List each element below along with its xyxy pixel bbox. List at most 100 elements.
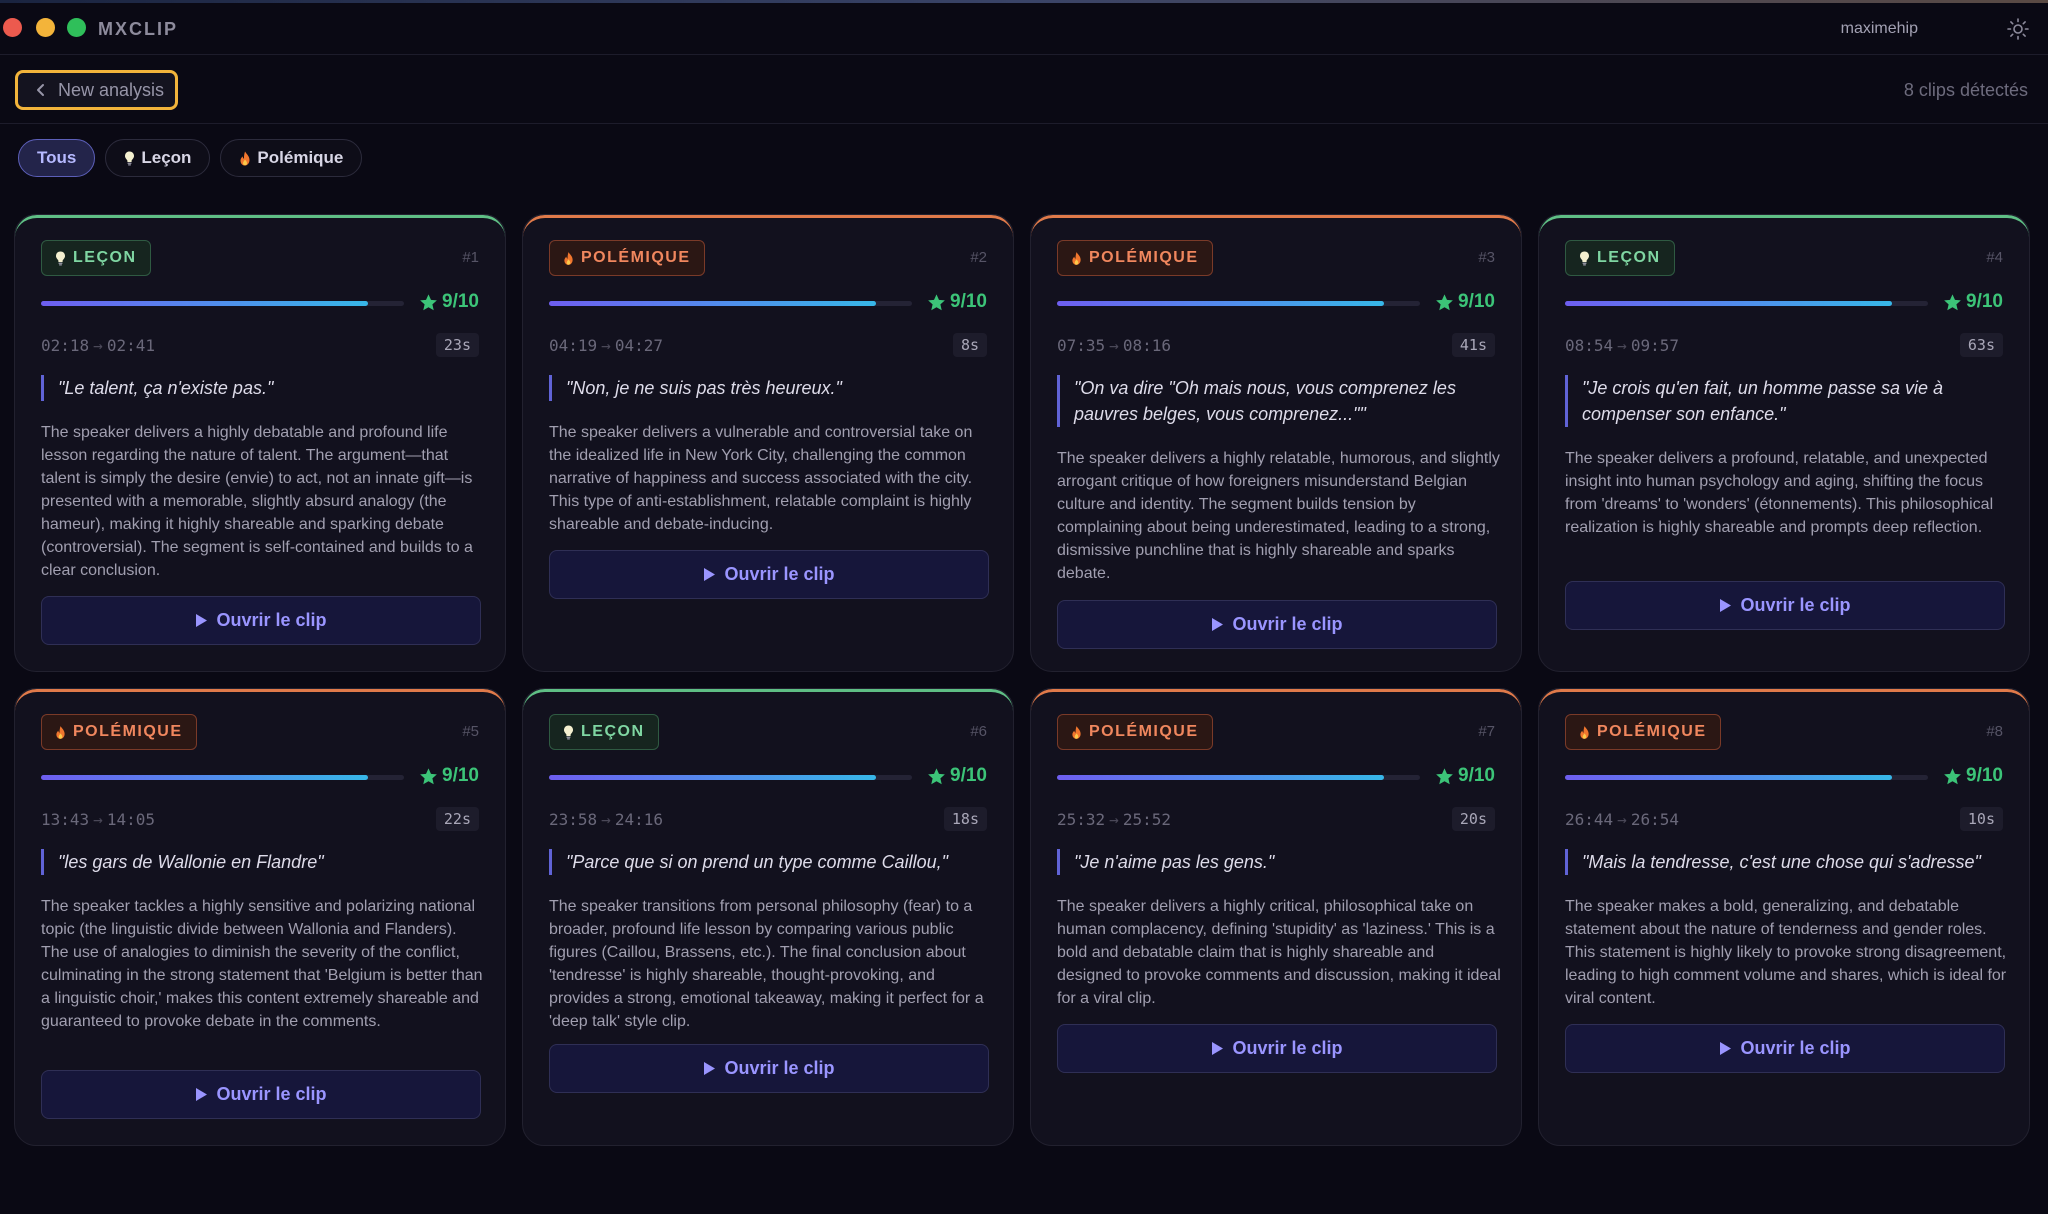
toolbar: New analysis 8 clips détectés	[0, 56, 2048, 124]
score-value: 9/10	[1458, 765, 1495, 786]
filter-bar: Tous Leçon Polémique	[18, 139, 363, 177]
timecode: 08:54 → 09:57	[1565, 336, 1679, 355]
clip-summary: The speaker tackles a highly sensitive a…	[41, 898, 483, 1030]
open-clip-label: Ouvrir le clip	[1740, 595, 1851, 615]
timecode: 25:32 → 25:52	[1057, 810, 1171, 829]
new-analysis-button[interactable]: New analysis	[15, 70, 178, 110]
clip-summary: The speaker makes a bold, generalizing, …	[1565, 898, 2007, 1007]
clip-quote: "Je crois qu'en fait, un homme passe sa …	[1565, 375, 2005, 427]
score: 9/10	[419, 765, 479, 787]
clip-number: #3	[1478, 249, 1495, 266]
start-time: 26:44	[1565, 810, 1614, 829]
category-label: POLÉMIQUE	[73, 723, 183, 740]
flame-icon	[1072, 725, 1081, 739]
open-clip-label: Ouvrir le clip	[1740, 1038, 1851, 1058]
category-label: POLÉMIQUE	[1089, 723, 1199, 740]
score: 9/10	[419, 291, 479, 313]
filter-label: Leçon	[141, 148, 192, 167]
clip-number: #4	[1986, 249, 2003, 266]
clip-quote: "Non, je ne suis pas très heureux."	[549, 375, 989, 401]
score-bar-fill	[1057, 775, 1384, 780]
minimize-window-button[interactable]	[36, 18, 55, 37]
clip-summary: The speaker delivers a highly relatable,…	[1057, 450, 1500, 582]
open-clip-button[interactable]: Ouvrir le clip	[41, 596, 481, 645]
card-accent-border	[523, 689, 1013, 711]
open-clip-label: Ouvrir le clip	[724, 1058, 835, 1078]
category-label: POLÉMIQUE	[1597, 723, 1707, 740]
flame-icon	[1580, 725, 1589, 739]
arrow-right-icon: →	[1617, 336, 1627, 355]
category-label: LEÇON	[73, 249, 137, 266]
score-bar-fill	[1057, 301, 1384, 306]
clip-number: #8	[1986, 723, 2003, 740]
start-time: 25:32	[1057, 810, 1106, 829]
close-window-button[interactable]	[3, 18, 22, 37]
open-clip-button[interactable]: Ouvrir le clip	[1565, 1024, 2005, 1073]
open-clip-button[interactable]: Ouvrir le clip	[1565, 581, 2005, 630]
start-time: 13:43	[41, 810, 90, 829]
duration-badge: 18s	[943, 807, 987, 831]
score: 9/10	[1435, 765, 1495, 787]
arrow-right-icon: →	[1109, 336, 1119, 355]
star-icon	[1944, 767, 1961, 784]
score: 9/10	[927, 291, 987, 313]
duration-badge: 63s	[1959, 333, 2003, 357]
score: 9/10	[927, 765, 987, 787]
clip-summary: The speaker delivers a highly critical, …	[1057, 898, 1501, 1007]
end-time: 09:57	[1630, 336, 1679, 355]
username[interactable]: maximehip	[1841, 20, 1918, 38]
star-icon	[420, 767, 437, 784]
score: 9/10	[1435, 291, 1495, 313]
arrow-right-icon: →	[601, 810, 611, 829]
duration-badge: 23s	[435, 333, 479, 357]
card-accent-border	[523, 215, 1013, 237]
score-bar-fill	[1565, 301, 1892, 306]
filter-all[interactable]: Tous	[18, 139, 96, 177]
maximize-window-button[interactable]	[67, 18, 86, 37]
arrow-right-icon: →	[93, 336, 103, 355]
category-badge: LEÇON	[41, 240, 151, 276]
star-icon	[420, 293, 437, 310]
score-value: 9/10	[1966, 765, 2003, 786]
duration-badge: 8s	[952, 333, 987, 357]
clip-quote: "On va dire "Oh mais nous, vous comprene…	[1057, 375, 1497, 427]
open-clip-label: Ouvrir le clip	[216, 610, 327, 630]
start-time: 02:18	[41, 336, 90, 355]
clip-card: POLÉMIQUE #2 9/10 04:19 → 04:27 8s "Non, je ne …	[522, 214, 1014, 672]
clip-card: POLÉMIQUE #3 9/10 07:35 → 08:16 41s "On va dire…	[1030, 214, 1522, 672]
duration-badge: 20s	[1451, 807, 1495, 831]
clip-quote: "Parce que si on prend un type comme Cai…	[549, 849, 989, 875]
clip-card: POLÉMIQUE #5 9/10 13:43 → 14:05 22s "les gars d…	[14, 688, 506, 1146]
open-clip-button[interactable]: Ouvrir le clip	[1057, 1024, 1497, 1073]
score-bar	[1057, 775, 1420, 780]
open-clip-button[interactable]: Ouvrir le clip	[549, 1044, 989, 1093]
open-clip-button[interactable]: Ouvrir le clip	[41, 1070, 481, 1119]
score-value: 9/10	[442, 291, 479, 312]
star-icon	[1436, 293, 1453, 310]
filter-polemique[interactable]: Polémique	[220, 139, 363, 177]
end-time: 08:16	[1122, 336, 1171, 355]
category-badge: POLÉMIQUE	[1565, 714, 1721, 750]
score-bar-fill	[549, 301, 876, 306]
score-bar	[1565, 301, 1928, 306]
score-bar-fill	[1565, 775, 1892, 780]
category-badge: LEÇON	[549, 714, 659, 750]
end-time: 02:41	[106, 336, 155, 355]
score-bar	[1057, 301, 1420, 306]
filter-label: Polémique	[257, 148, 344, 167]
star-icon	[1944, 293, 1961, 310]
score-value: 9/10	[950, 291, 987, 312]
clip-number: #6	[970, 723, 987, 740]
score-value: 9/10	[1458, 291, 1495, 312]
open-clip-button[interactable]: Ouvrir le clip	[549, 550, 989, 599]
open-clip-label: Ouvrir le clip	[1232, 614, 1343, 634]
play-icon	[1212, 618, 1224, 631]
open-clip-button[interactable]: Ouvrir le clip	[1057, 600, 1497, 649]
category-badge: POLÉMIQUE	[41, 714, 197, 750]
filter-lecon[interactable]: Leçon	[105, 139, 211, 177]
lightbulb-icon	[1580, 251, 1589, 265]
play-icon	[704, 1062, 716, 1075]
play-icon	[196, 1088, 208, 1101]
sun-icon[interactable]	[2006, 17, 2030, 41]
clip-number: #1	[462, 249, 479, 266]
